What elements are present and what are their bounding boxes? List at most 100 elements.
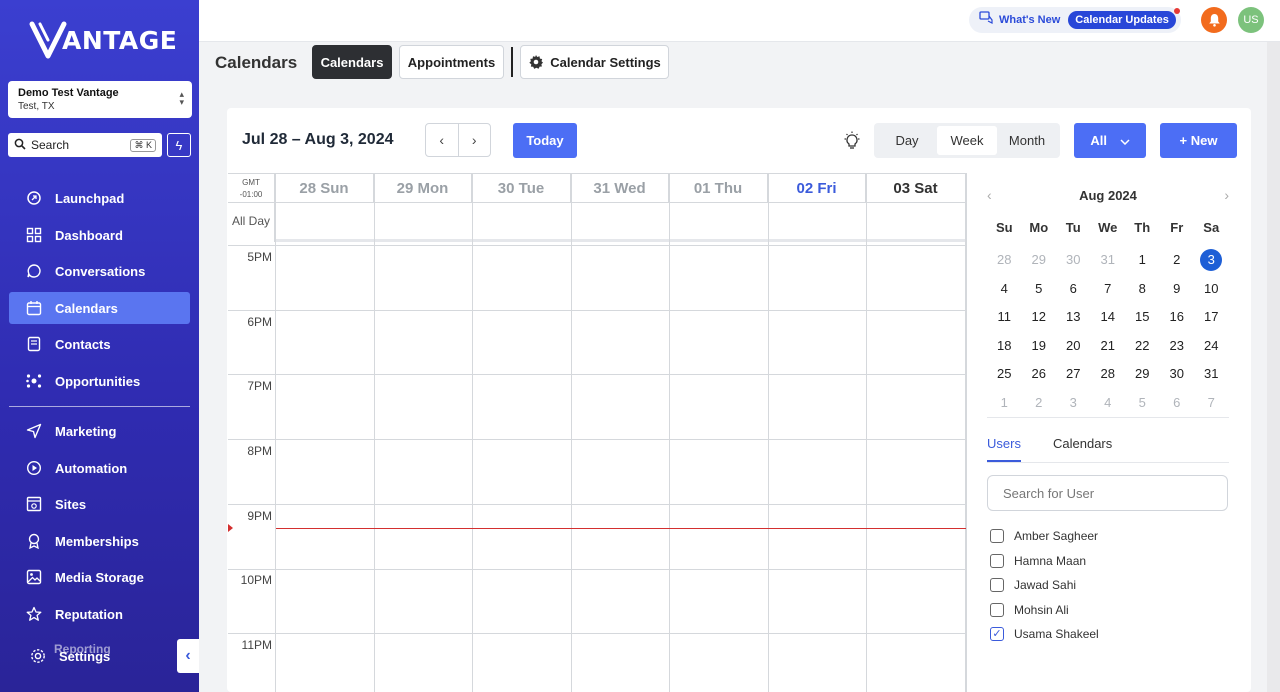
mini-day[interactable]: 31 xyxy=(1194,366,1229,381)
sidebar-item-settings[interactable]: Settings xyxy=(13,640,194,672)
mini-day[interactable]: 28 xyxy=(987,252,1022,267)
user-search-input[interactable]: Search for User xyxy=(987,475,1228,511)
mini-day[interactable]: 19 xyxy=(1022,338,1057,353)
day-header-sat[interactable]: 03 Sat xyxy=(866,174,966,203)
sidebar-item-memberships[interactable]: Memberships xyxy=(9,525,190,557)
user-avatar[interactable]: US xyxy=(1238,7,1264,33)
user-checkbox[interactable] xyxy=(990,602,1004,617)
mini-day[interactable]: 1 xyxy=(1125,252,1160,267)
mini-day[interactable]: 29 xyxy=(1022,252,1057,267)
user-item[interactable]: ✓ Usama Shakeel xyxy=(990,625,1099,643)
view-month-button[interactable]: Month xyxy=(997,126,1057,155)
mini-day[interactable]: 13 xyxy=(1056,309,1091,324)
notifications-button[interactable] xyxy=(1201,7,1227,33)
mini-prev-month-button[interactable]: ‹ xyxy=(987,187,992,203)
tab-appointments[interactable]: Appointments xyxy=(399,45,504,79)
mini-day[interactable]: 3 xyxy=(1056,395,1091,410)
sidebar-search[interactable]: Search ⌘ K xyxy=(8,133,162,157)
mini-day[interactable]: 2 xyxy=(1022,395,1057,410)
sidebar-item-calendars[interactable]: Calendars xyxy=(9,292,190,324)
mini-day[interactable]: 26 xyxy=(1022,366,1057,381)
mini-day[interactable]: 7 xyxy=(1091,281,1126,296)
next-week-button[interactable]: › xyxy=(459,124,491,156)
mini-day[interactable]: 6 xyxy=(1160,395,1195,410)
tab-users[interactable]: Users xyxy=(987,436,1021,451)
mini-day[interactable]: 25 xyxy=(987,366,1022,381)
day-header-sun[interactable]: 28 Sun xyxy=(275,174,374,203)
day-header-wed[interactable]: 31 Wed xyxy=(571,174,669,203)
sidebar-item-marketing[interactable]: Marketing xyxy=(9,415,190,447)
sidebar-item-automation[interactable]: Automation xyxy=(9,452,190,484)
mini-day[interactable]: 18 xyxy=(987,338,1022,353)
mini-day[interactable]: 4 xyxy=(987,281,1022,296)
view-week-button[interactable]: Week xyxy=(937,126,997,155)
brand-logo[interactable]: ANTAGE xyxy=(28,12,177,68)
quick-action-button[interactable]: ϟ xyxy=(167,133,191,157)
mini-day[interactable]: 3 xyxy=(1194,248,1229,271)
sidebar-item-conversations[interactable]: Conversations xyxy=(9,255,190,287)
mini-day[interactable]: 23 xyxy=(1160,338,1195,353)
day-header-mon[interactable]: 29 Mon xyxy=(374,174,472,203)
sidebar-item-media-storage[interactable]: Media Storage xyxy=(9,561,190,593)
mini-day[interactable]: 16 xyxy=(1160,309,1195,324)
tab-calendars-list[interactable]: Calendars xyxy=(1053,436,1112,451)
user-item[interactable]: Jawad Sahi xyxy=(990,576,1076,594)
user-checkbox[interactable] xyxy=(990,578,1004,592)
today-button[interactable]: Today xyxy=(513,123,577,158)
sidebar-item-contacts[interactable]: Contacts xyxy=(9,328,190,360)
lightbulb-icon[interactable] xyxy=(843,131,861,151)
mini-day[interactable]: 30 xyxy=(1160,366,1195,381)
mini-next-month-button[interactable]: › xyxy=(1224,187,1229,203)
mini-day[interactable]: 5 xyxy=(1125,395,1160,410)
mini-day[interactable]: 29 xyxy=(1125,366,1160,381)
calendar-settings-button[interactable]: Calendar Settings xyxy=(520,45,669,79)
sidebar-item-reputation[interactable]: Reputation xyxy=(9,598,190,630)
user-item[interactable]: Hamna Maan xyxy=(990,552,1086,570)
prev-week-button[interactable]: ‹ xyxy=(426,124,459,156)
user-item[interactable]: Mohsin Ali xyxy=(990,601,1069,619)
mini-day[interactable]: 5 xyxy=(1022,281,1057,296)
calendar-updates-badge[interactable]: Calendar Updates xyxy=(1068,8,1180,29)
user-item[interactable]: Amber Sagheer xyxy=(990,527,1098,545)
user-checkbox[interactable]: ✓ xyxy=(990,627,1004,641)
view-day-button[interactable]: Day xyxy=(877,126,937,155)
tab-calendars[interactable]: Calendars xyxy=(312,45,392,79)
mini-day[interactable]: 24 xyxy=(1194,338,1229,353)
mini-day[interactable]: 28 xyxy=(1091,366,1126,381)
mini-day[interactable]: 7 xyxy=(1194,395,1229,410)
mini-day[interactable]: 2 xyxy=(1160,252,1195,267)
mini-day[interactable]: 17 xyxy=(1194,309,1229,324)
user-checkbox[interactable] xyxy=(990,553,1004,568)
user-checkbox[interactable] xyxy=(990,529,1004,543)
mini-day[interactable]: 31 xyxy=(1091,252,1126,267)
sidebar-item-sites[interactable]: Sites xyxy=(9,488,190,520)
filter-dropdown[interactable]: All xyxy=(1074,123,1146,158)
mini-day[interactable]: 4 xyxy=(1091,395,1126,410)
page-scrollbar[interactable] xyxy=(1267,42,1280,692)
mini-day[interactable]: 12 xyxy=(1022,309,1057,324)
day-header-fri[interactable]: 02 Fri xyxy=(768,174,866,203)
day-header-tue[interactable]: 30 Tue xyxy=(472,174,571,203)
mini-day[interactable]: 6 xyxy=(1056,281,1091,296)
mini-day[interactable]: 9 xyxy=(1160,281,1195,296)
whats-new-pill[interactable]: What's New Calendar Updates xyxy=(969,7,1181,33)
mini-day[interactable]: 21 xyxy=(1091,338,1126,353)
day-header-thu[interactable]: 01 Thu xyxy=(669,174,768,203)
sidebar-item-launchpad[interactable]: Launchpad xyxy=(9,182,190,214)
mini-day[interactable]: 8 xyxy=(1125,281,1160,296)
sidebar-item-opportunities[interactable]: Opportunities xyxy=(9,365,190,397)
sidebar-collapse-button[interactable]: ‹ xyxy=(177,639,199,673)
mini-day[interactable]: 15 xyxy=(1125,309,1160,324)
all-day-row[interactable] xyxy=(275,203,966,242)
new-appointment-button[interactable]: + New xyxy=(1160,123,1237,158)
mini-day[interactable]: 14 xyxy=(1091,309,1126,324)
mini-day[interactable]: 22 xyxy=(1125,338,1160,353)
mini-day[interactable]: 30 xyxy=(1056,252,1091,267)
mini-day[interactable]: 27 xyxy=(1056,366,1091,381)
mini-day[interactable]: 11 xyxy=(987,309,1022,324)
mini-day[interactable]: 1 xyxy=(987,395,1022,410)
mini-day[interactable]: 20 xyxy=(1056,338,1091,353)
location-switcher[interactable]: Demo Test Vantage Test, TX ▴ ▾ xyxy=(8,81,192,118)
mini-day[interactable]: 10 xyxy=(1194,281,1229,296)
sidebar-item-dashboard[interactable]: Dashboard xyxy=(9,219,190,251)
